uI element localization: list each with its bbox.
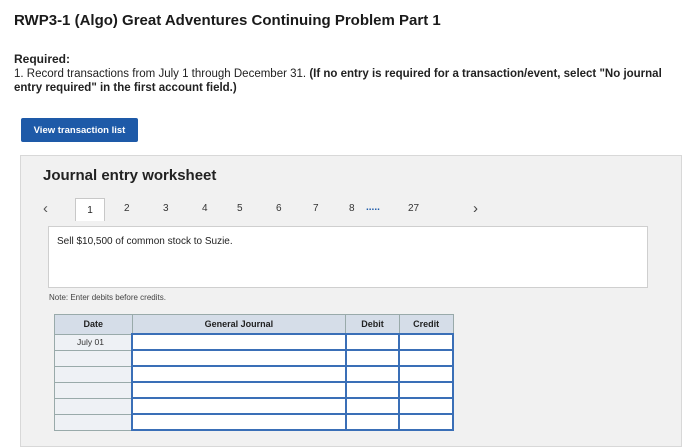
- column-header-date: Date: [54, 314, 133, 335]
- date-cell: [54, 365, 133, 383]
- date-cell: [54, 349, 133, 367]
- date-cell: [54, 397, 133, 415]
- table-row: [54, 397, 454, 415]
- account-input[interactable]: [131, 349, 347, 367]
- page-tab-1[interactable]: 1: [75, 198, 105, 221]
- account-input[interactable]: [131, 397, 347, 415]
- page-tab-7[interactable]: 7: [313, 203, 319, 214]
- required-label: Required:: [14, 52, 71, 66]
- page-tab-2[interactable]: 2: [124, 203, 130, 214]
- account-input[interactable]: [131, 333, 347, 351]
- debit-input[interactable]: [344, 413, 401, 431]
- page-ellipsis: .....: [366, 202, 380, 213]
- credit-input[interactable]: [398, 413, 454, 431]
- transaction-description: Sell $10,500 of common stock to Suzie.: [57, 236, 233, 247]
- account-input[interactable]: [131, 381, 347, 399]
- view-transaction-list-button[interactable]: View transaction list: [21, 118, 138, 142]
- page-tab-5[interactable]: 5: [237, 203, 243, 214]
- instructions: 1. Record transactions from July 1 throu…: [14, 67, 684, 95]
- page-tab-27[interactable]: 27: [408, 203, 419, 214]
- chevron-left-icon[interactable]: ‹: [43, 200, 48, 217]
- debits-note: Note: Enter debits before credits.: [49, 293, 166, 302]
- date-cell: July 01: [54, 333, 133, 351]
- credit-input[interactable]: [398, 397, 454, 415]
- debit-input[interactable]: [344, 333, 401, 351]
- worksheet-title: Journal entry worksheet: [43, 167, 217, 184]
- debit-input[interactable]: [344, 381, 401, 399]
- instruction-text: 1. Record transactions from July 1 throu…: [14, 68, 307, 80]
- table-row: July 01: [54, 333, 454, 351]
- date-cell: [54, 413, 133, 431]
- account-input[interactable]: [131, 365, 347, 383]
- table-row: [54, 349, 454, 367]
- debit-input[interactable]: [344, 397, 401, 415]
- page-title: RWP3-1 (Algo) Great Adventures Continuin…: [14, 12, 441, 29]
- page-tab-6[interactable]: 6: [276, 203, 282, 214]
- journal-table: Date General Journal Debit Credit July 0…: [54, 314, 454, 431]
- credit-input[interactable]: [398, 381, 454, 399]
- chevron-right-icon[interactable]: ›: [473, 200, 478, 217]
- page-tab-3[interactable]: 3: [163, 203, 169, 214]
- table-row: [54, 413, 454, 431]
- transaction-description-box: Sell $10,500 of common stock to Suzie.: [48, 226, 648, 288]
- column-header-credit: Credit: [398, 314, 454, 335]
- credit-input[interactable]: [398, 365, 454, 383]
- page-tab-8[interactable]: 8: [349, 203, 355, 214]
- date-cell: [54, 381, 133, 399]
- credit-input[interactable]: [398, 349, 454, 367]
- page-tab-4[interactable]: 4: [202, 203, 208, 214]
- table-row: [54, 365, 454, 383]
- debit-input[interactable]: [344, 349, 401, 367]
- column-header-general-journal: General Journal: [131, 314, 347, 335]
- column-header-debit: Debit: [345, 314, 400, 335]
- journal-entry-worksheet: Journal entry worksheet ‹ 1 2 3 4 5 6 7 …: [20, 155, 682, 447]
- credit-input[interactable]: [398, 333, 454, 351]
- debit-input[interactable]: [344, 365, 401, 383]
- table-row: [54, 381, 454, 399]
- account-input[interactable]: [131, 413, 347, 431]
